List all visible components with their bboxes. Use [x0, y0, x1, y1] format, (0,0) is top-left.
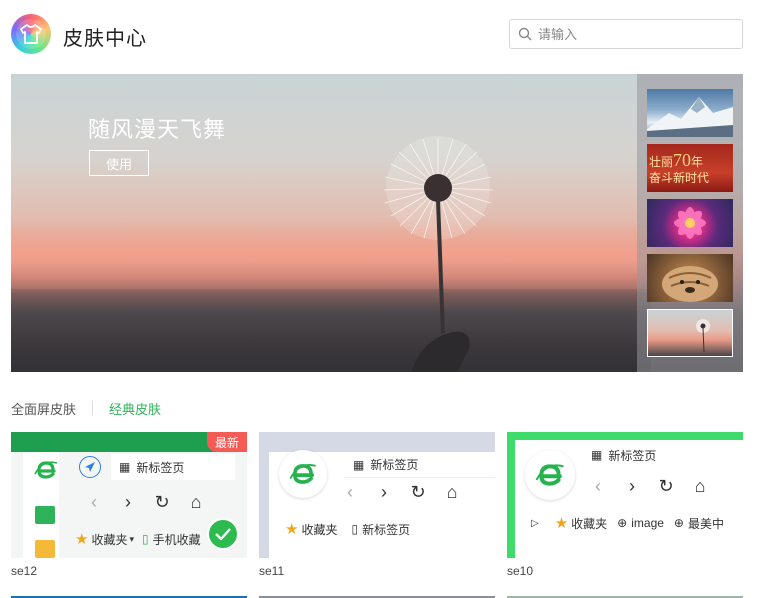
- favorites-bar: ▷ ★ 收藏夹 ⊕ image ⊕ 最美中: [531, 515, 724, 532]
- play-icon: ▷: [531, 517, 539, 529]
- refresh-icon: ↻: [658, 476, 674, 496]
- star-icon: ★: [554, 515, 569, 532]
- back-icon: ‹: [91, 492, 97, 512]
- new-badge: 最新: [207, 432, 247, 452]
- skin-card-se10[interactable]: ▦ 新标签页 ‹ › ↻ ⌂ ▷ ★ 收藏夹 ⊕ image ⊕ 最美中: [507, 432, 743, 558]
- tab-divider: [92, 401, 94, 415]
- mail-icon: [35, 506, 55, 524]
- star-icon: ★: [75, 531, 89, 548]
- thumbnail-shar-pei-dog[interactable]: [647, 254, 733, 302]
- home-icon: ⌂: [694, 476, 706, 496]
- tab-fullscreen-skins[interactable]: 全面屏皮肤: [11, 399, 76, 418]
- skin-name: se10: [507, 564, 534, 578]
- skin-card-se11[interactable]: ▦ 新标签页 ‹ › ↻ ⌂ ★ 收藏夹 ▯ 新标签页: [259, 432, 495, 558]
- thumbnail-snow-mountain[interactable]: [647, 89, 733, 137]
- skin-category-tabs: 全面屏皮肤 经典皮肤: [11, 398, 161, 418]
- search-box[interactable]: [509, 19, 743, 49]
- page-icon: ▯: [351, 522, 359, 536]
- favorites-bar: ★ 收藏夹 ▾ ▯ 手机收藏: [75, 531, 201, 548]
- dropdown-icon: ▾: [129, 533, 134, 544]
- browser-e-logo-icon: [525, 450, 575, 500]
- search-input[interactable]: [538, 26, 728, 42]
- back-icon: ‹: [595, 476, 601, 496]
- notes-icon: [35, 540, 55, 558]
- app-logo: [11, 14, 51, 54]
- tab-classic-skins[interactable]: 经典皮肤: [109, 399, 161, 418]
- tab-grid-icon: ▦: [591, 448, 603, 462]
- back-icon: ‹: [347, 482, 353, 502]
- forward-icon: ›: [629, 476, 635, 496]
- favorites-bar: ★ 收藏夹 ▯ 新标签页: [285, 521, 411, 538]
- browser-tab: ▦ 新标签页: [345, 452, 495, 478]
- star-icon: ★: [285, 521, 299, 538]
- featured-banner: 随风漫天飞舞 使用 壮丽70年 奋斗新时代: [11, 74, 743, 372]
- browser-nav-row: ‹ › ↻ ⌂: [333, 482, 469, 503]
- dandelion-image: [383, 136, 494, 372]
- phone-icon: ▯: [142, 532, 149, 546]
- selected-check-icon: [207, 518, 239, 550]
- banner-title: 随风漫天飞舞: [88, 117, 227, 142]
- banner-thumbnails: 壮丽70年 奋斗新时代: [637, 74, 743, 372]
- globe-icon: ⊕: [673, 516, 684, 530]
- search-icon: [518, 27, 532, 41]
- home-icon: ⌂: [190, 492, 202, 512]
- tab-grid-icon: ▦: [353, 457, 365, 472]
- home-icon: ⌂: [446, 482, 458, 502]
- browser-nav-row: ‹ › ↻ ⌂: [581, 476, 717, 497]
- browser-tab: ▦ 新标签页: [111, 454, 235, 480]
- skin-name: se11: [259, 564, 285, 578]
- browser-nav-row: ‹ › ↻ ⌂: [77, 492, 213, 513]
- browser-e-logo-icon: [279, 450, 327, 498]
- forward-icon: ›: [381, 482, 387, 502]
- thumbnail-pink-flower[interactable]: [647, 199, 733, 247]
- forward-icon: ›: [125, 492, 131, 512]
- refresh-icon: ↻: [154, 492, 170, 512]
- skin-name: se12: [11, 564, 38, 578]
- browser-e-logo-icon: [30, 454, 62, 486]
- tab-grid-icon: ▦: [119, 460, 131, 474]
- navigate-icon: [79, 456, 101, 478]
- thumbnail-dandelion[interactable]: [647, 309, 733, 357]
- tshirt-icon: [20, 24, 42, 44]
- refresh-icon: ↻: [410, 482, 426, 502]
- use-skin-button[interactable]: 使用: [89, 150, 149, 176]
- thumbnail-new-era[interactable]: 壮丽70年 奋斗新时代: [647, 144, 733, 192]
- header: 皮肤中心: [0, 0, 765, 70]
- globe-icon: ⊕: [617, 516, 628, 530]
- browser-tab: ▦ 新标签页: [583, 442, 743, 468]
- page-title: 皮肤中心: [63, 28, 147, 50]
- skin-card-se12[interactable]: ▦ 新标签页 ‹ › ↻ ⌂ ★ 收藏夹 ▾ ▯ 手机收藏 最新: [11, 432, 247, 558]
